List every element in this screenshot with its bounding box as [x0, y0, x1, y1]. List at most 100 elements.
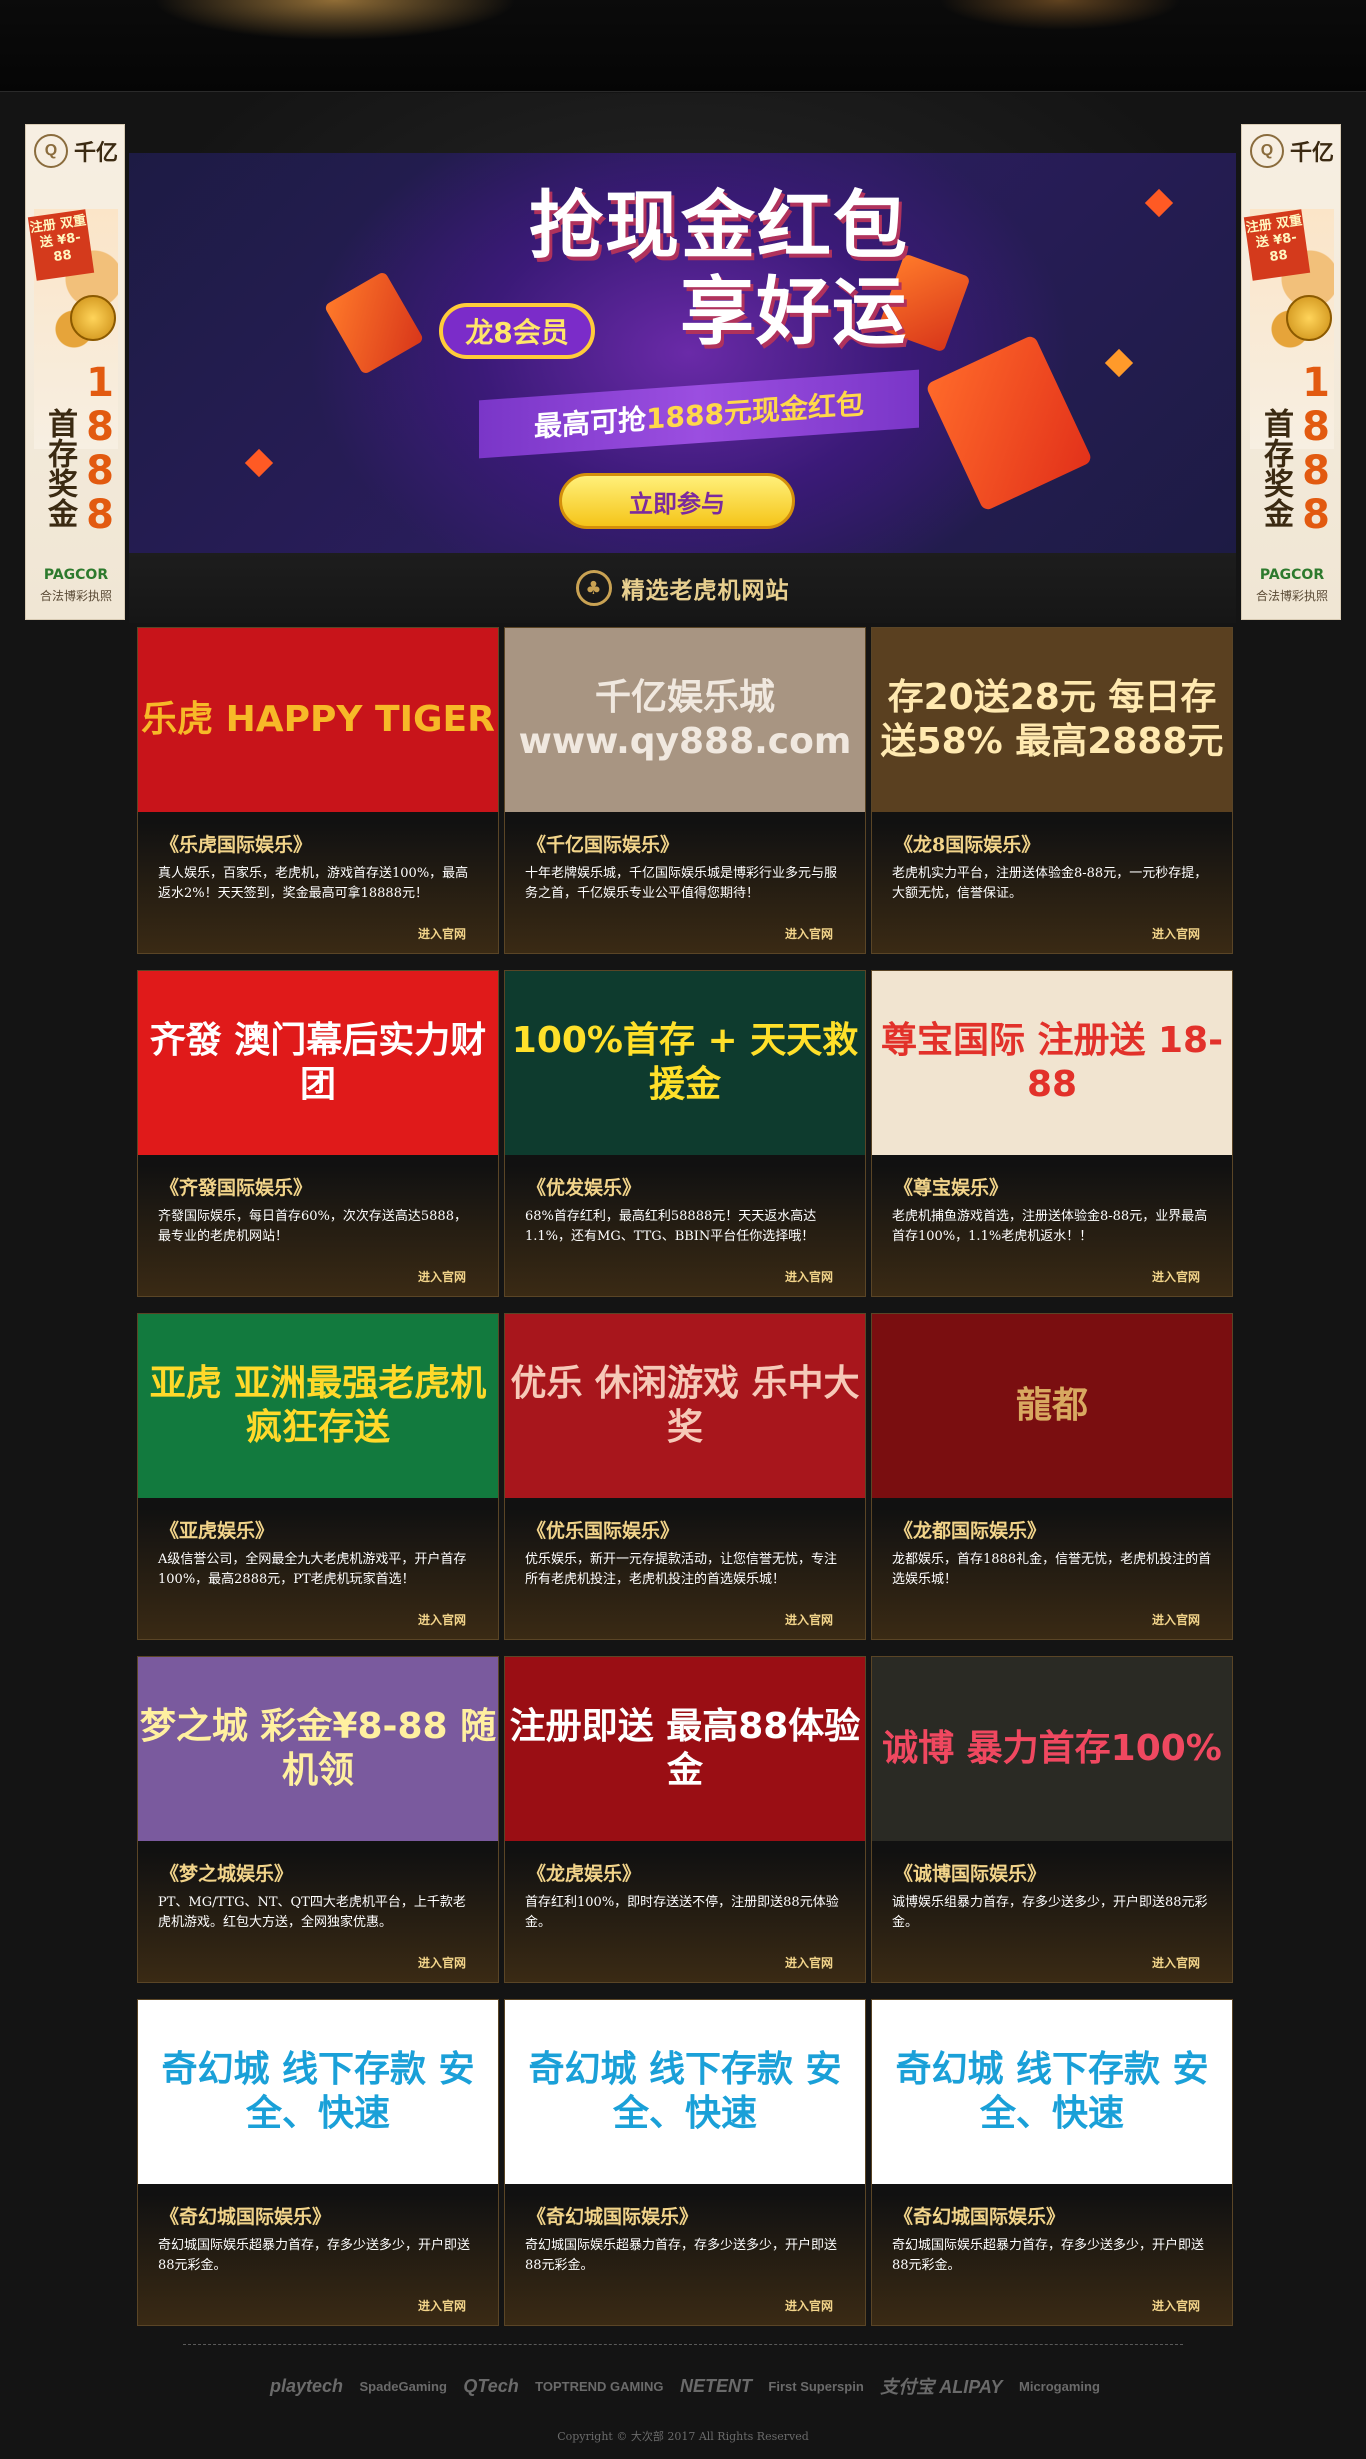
- casino-card-title: 《龙8国际娱乐》: [894, 834, 1041, 856]
- casino-card-banner[interactable]: 乐虎 HAPPY TIGER: [138, 628, 498, 812]
- casino-card-banner[interactable]: 奇幻城 线下存款 安全、快速: [505, 2000, 865, 2184]
- enter-site-link[interactable]: 进入官网: [1152, 2297, 1200, 2314]
- casino-card[interactable]: 梦之城 彩金¥8-88 随机领《梦之城娱乐》 PT、MG/TTG、NT、QT四大老…: [137, 1656, 499, 1983]
- casino-card[interactable]: 龍都《龙都国际娱乐》龙都娱乐，首存1888礼金，信誉无忧，老虎机投注的首选娱乐城…: [871, 1313, 1233, 1640]
- join-now-button[interactable]: 立即参与: [559, 473, 795, 529]
- casino-card-banner[interactable]: 梦之城 彩金¥8-88 随机领: [138, 1657, 498, 1841]
- casino-card-banner[interactable]: 千亿娱乐城 www.qy888.com: [505, 628, 865, 812]
- partner-logo: 支付宝 ALIPAY: [880, 2377, 1003, 2397]
- enter-site-link[interactable]: 进入官网: [418, 2297, 466, 2314]
- casino-card[interactable]: 优乐 休闲游戏 乐中大奖 《优乐国际娱乐》 优乐娱乐，新开一元存提款活动，让您信誉无…: [504, 1313, 866, 1640]
- enter-site-link[interactable]: 进入官网: [418, 925, 466, 942]
- casino-card[interactable]: 注册即送 最高88体验金《龙虎娱乐》首存红利100%，即时存送送不停，注册即送8…: [504, 1656, 866, 1983]
- enter-site-link[interactable]: 进入官网: [785, 2297, 833, 2314]
- casino-card-title: 《亚虎娱乐》: [160, 1520, 275, 1542]
- casino-card-banner-text: 100%首存 + 天天救援金: [511, 1020, 859, 1105]
- casino-card[interactable]: 亚虎 亚洲最强老虎机 疯狂存送《亚虎娱乐》 A级信誉公司，全网最全九大老虎机游戏平…: [137, 1313, 499, 1640]
- side-ad-logo: Q 千亿: [26, 131, 124, 171]
- casino-card[interactable]: 奇幻城 线下存款 安全、快速 《奇幻城国际娱乐》 奇幻城国际娱乐超暴力首存，存多少送…: [504, 1999, 866, 2326]
- casino-card-title: 《梦之城娱乐》: [160, 1863, 294, 1885]
- enter-site-link[interactable]: 进入官网: [785, 1611, 833, 1628]
- casino-card-title: 《诚博国际娱乐》: [894, 1863, 1047, 1885]
- casino-card-description: 首存红利100%，即时存送送不停，注册即送88元体验金。: [525, 1895, 839, 1930]
- casino-card[interactable]: 存20送28元 每日存送58% 最高2888元 《龙8国际娱乐》 老虎机实力平台，注…: [871, 627, 1233, 954]
- ribbon-prefix: 最高可抢: [534, 402, 647, 444]
- casino-card-title: 《龙虎娱乐》: [527, 1863, 642, 1885]
- partner-logos: playtech SpadeGaming QTech TOPTREND GAMING N…: [270, 2368, 1100, 2404]
- casino-card-description: 优乐娱乐，新开一元存提款活动，让您信誉无忧，专注所有老虎机投注，老虎机投注的首选…: [525, 1552, 838, 1587]
- casino-card-banner[interactable]: 100%首存 + 天天救援金: [505, 971, 865, 1155]
- enter-site-link[interactable]: 进入官网: [785, 925, 833, 942]
- side-ad-bonus-text: 首存奖金: [1258, 408, 1293, 528]
- enter-site-link[interactable]: 进入官网: [418, 1268, 466, 1285]
- casino-card-banner[interactable]: 奇幻城 线下存款 安全、快速: [872, 2000, 1232, 2184]
- casino-card-description: 齐發国际娱乐，每日首存60%，次次存送高达5888，最专业的老虎机网站！: [158, 1209, 467, 1244]
- casino-card-description: 诚博娱乐组暴力首存，存多少送多少，开户即送88元彩金。: [892, 1895, 1208, 1930]
- casino-card-banner-text: 诚博 暴力首存100%: [882, 1728, 1222, 1769]
- casino-card-title: 《乐虎国际娱乐》: [160, 834, 313, 856]
- enter-site-link[interactable]: 进入官网: [785, 1954, 833, 1971]
- casino-card-title: 《龙都国际娱乐》: [894, 1520, 1047, 1542]
- casino-card-banner[interactable]: 注册即送 最高88体验金: [505, 1657, 865, 1841]
- casino-card-title: 《奇幻城国际娱乐》: [160, 2206, 332, 2228]
- side-ad-brand: 千亿: [1289, 141, 1334, 166]
- red-envelope-icon: [925, 334, 1093, 512]
- side-ad-bonus-text: 首存奖金: [42, 408, 77, 528]
- casino-card[interactable]: 乐虎 HAPPY TIGER 《乐虎国际娱乐》 真人娱乐，百家乐，老虎机，游戏首存送…: [137, 627, 499, 954]
- casino-card-banner-text: 奇幻城 线下存款 安全、快速: [528, 2049, 842, 2134]
- casino-card-banner[interactable]: 亚虎 亚洲最强老虎机 疯狂存送: [138, 1314, 498, 1498]
- casino-card-title: 《奇幻城国际娱乐》: [527, 2206, 699, 2228]
- partner-logo: First Superspin: [768, 2378, 864, 2394]
- casino-card-banner[interactable]: 尊宝国际 注册送 18-88: [872, 971, 1232, 1155]
- left-side-ad[interactable]: Q 千亿 注册 双重送 ¥8-88 首存奖金 1888 PAGCOR 合法博彩执…: [25, 124, 125, 620]
- side-ad-logo: Q 千亿: [1242, 131, 1340, 171]
- casino-card-banner[interactable]: 优乐 休闲游戏 乐中大奖: [505, 1314, 865, 1498]
- partner-logo: QTech: [463, 2375, 519, 2396]
- enter-site-link[interactable]: 进入官网: [1152, 1954, 1200, 1971]
- casino-card-description: 十年老牌娱乐城，千亿国际娱乐城是博彩行业多元与服务之首，千亿娱乐专业公平值得您期…: [525, 866, 838, 901]
- casino-card-description: PT、MG/TTG、NT、QT四大老虎机平台，上千款老虎机游戏。红包大方送，全网…: [158, 1895, 466, 1930]
- brand-logo-icon: Q: [1249, 134, 1284, 168]
- casino-card[interactable]: 诚博 暴力首存100% 《诚博国际娱乐》诚博娱乐组暴力首存，存多少送多少，开户即送…: [871, 1656, 1233, 1983]
- casino-card-banner-text: 奇幻城 线下存款 安全、快速: [895, 2049, 1209, 2134]
- casino-card[interactable]: 尊宝国际 注册送 18-88 《尊宝娱乐》 老虎机捕鱼游戏首选，注册送体验金8-88…: [871, 970, 1233, 1297]
- license-text: 合法博彩执照: [1255, 589, 1328, 603]
- casino-card[interactable]: 千亿娱乐城 www.qy888.com 《千亿国际娱乐》 十年老牌娱乐城，千亿国际娱…: [504, 627, 866, 954]
- casino-card-banner-text: 优乐 休闲游戏 乐中大奖: [510, 1363, 860, 1448]
- hero-banner[interactable]: 抢现金红包 享好运 龙8会员 最高可抢 1888元现金红包 立即参与: [129, 153, 1236, 553]
- casino-card[interactable]: 奇幻城 线下存款 安全、快速《奇幻城国际娱乐》奇幻城国际娱乐超暴力首存，存多少送…: [137, 1999, 499, 2326]
- enter-site-link[interactable]: 进入官网: [1152, 1268, 1200, 1285]
- side-ad-tag: 注册 双重送 ¥8-88: [1243, 209, 1311, 281]
- casino-card-description: 奇幻城国际娱乐超暴力首存，存多少送多少，开户即送88元彩金。: [158, 2238, 471, 2273]
- casino-card-banner-text: 奇幻城 线下存款 安全、快速: [161, 2049, 475, 2134]
- license-badge: PAGCOR 合法博彩执照: [1242, 567, 1340, 615]
- side-ad-tag: 注册 双重送 ¥8-88: [27, 209, 95, 281]
- casino-card-banner[interactable]: 诚博 暴力首存100%: [872, 1657, 1232, 1841]
- confetti-icon: [1104, 348, 1134, 378]
- casino-card[interactable]: 齐發 澳门幕后实力财团 《齐發国际娱乐》 齐發国际娱乐，每日首存60%，次次存送高达…: [137, 970, 499, 1297]
- enter-site-link[interactable]: 进入官网: [785, 1268, 833, 1285]
- casino-card-banner[interactable]: 齐發 澳门幕后实力财团: [138, 971, 498, 1155]
- casino-card-banner[interactable]: 存20送28元 每日存送58% 最高2888元: [872, 628, 1232, 812]
- casino-card-banner[interactable]: 龍都: [872, 1314, 1232, 1498]
- casino-card-banner[interactable]: 奇幻城 线下存款 安全、快速: [138, 2000, 498, 2184]
- coin-icon: [70, 295, 116, 341]
- casino-card-description: 老虎机捕鱼游戏首选，注册送体验金8-88元，业界最高首存100%，1.1%老虎机…: [892, 1209, 1208, 1244]
- casino-card[interactable]: 100%首存 + 天天救援金 《优发娱乐》 68%首存红利，最高红利58888元！天…: [504, 970, 866, 1297]
- casino-card-banner-text: 齐發 澳门幕后实力财团: [149, 1020, 487, 1105]
- enter-site-link[interactable]: 进入官网: [418, 1954, 466, 1971]
- casino-card-description: 龙都娱乐，首存1888礼金，信誉无忧，老虎机投注的首选娱乐城！: [892, 1552, 1212, 1587]
- casino-card[interactable]: 奇幻城 线下存款 安全、快速 《奇幻城国际娱乐》 奇幻城国际娱乐超暴力首存，存多少送…: [871, 1999, 1233, 2326]
- enter-site-link[interactable]: 进入官网: [418, 1611, 466, 1628]
- casino-card-description: 68%首存红利，最高红利58888元！天天返水高达1.1%，还有MG、TTG、B…: [525, 1209, 817, 1244]
- confetti-icon: [1144, 188, 1174, 218]
- license-org: PAGCOR: [43, 567, 109, 583]
- license-text: 合法博彩执照: [39, 589, 112, 603]
- right-side-ad[interactable]: Q 千亿 注册 双重送 ¥8-88 首存奖金 1888 PAGCOR 合法博彩执…: [1241, 124, 1341, 620]
- enter-site-link[interactable]: 进入官网: [1152, 925, 1200, 942]
- ribbon-amount: 1888元现金红包: [646, 387, 864, 436]
- casino-card-description: A级信誉公司，全网最全九大老虎机游戏平，开户首存100%，最高2888元，PT老…: [158, 1552, 467, 1587]
- partner-logo: NETENT: [679, 2375, 752, 2396]
- enter-site-link[interactable]: 进入官网: [1152, 1611, 1200, 1628]
- red-envelope-icon: [323, 270, 425, 376]
